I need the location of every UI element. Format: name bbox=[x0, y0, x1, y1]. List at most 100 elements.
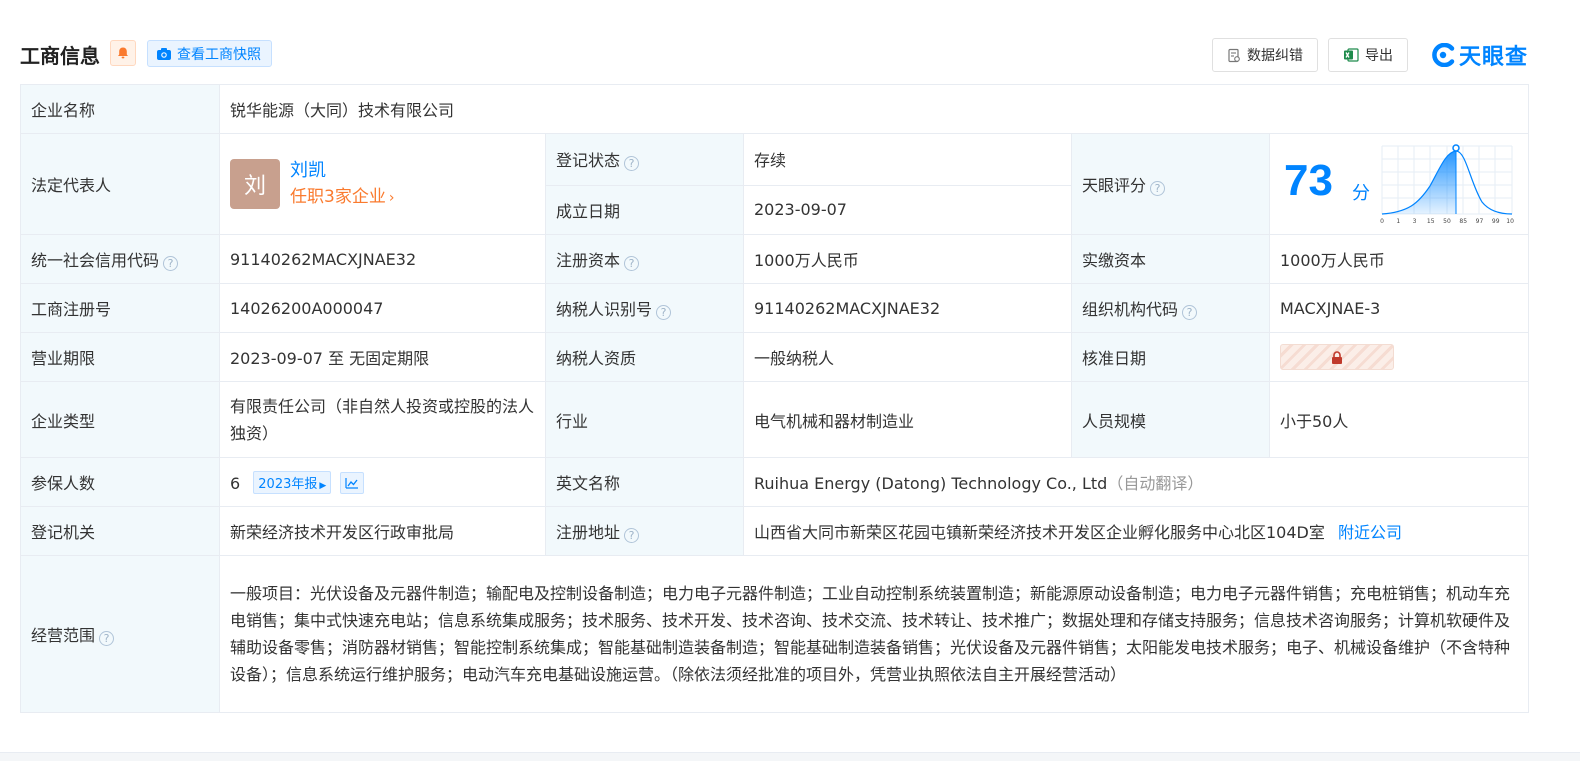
found-date-value: 2023-09-07 bbox=[743, 184, 1072, 235]
table-row: 登记机关 新荣经济技术开发区行政审批局 注册地址? 山西省大同市新荣区花园屯镇新… bbox=[20, 506, 1530, 556]
approve-date-label: 核准日期 bbox=[1071, 332, 1270, 382]
legal-rep-companies-link[interactable]: 任职3家企业 › bbox=[290, 184, 394, 211]
table-row: 法定代表人 刘 刘凯 任职3家企业› 登记状态? 存续 天眼评分? 73 分 bbox=[20, 133, 1530, 235]
staff-size-value: 小于50人 bbox=[1268, 381, 1530, 458]
legal-rep-companies-text: 任职3家企业 bbox=[290, 186, 386, 207]
reg-status-label: 登记状态? bbox=[545, 133, 744, 186]
taxpayer-qual-value: 一般纳税人 bbox=[743, 332, 1072, 382]
credit-code-value: 91140262MACXJNAE32 bbox=[219, 234, 546, 284]
approve-date-value bbox=[1268, 332, 1530, 382]
industry-value: 电气机械和器材制造业 bbox=[743, 381, 1072, 458]
snapshot-button[interactable]: 查看工商快照 bbox=[147, 40, 272, 67]
insured-label: 参保人数 bbox=[20, 457, 220, 507]
auto-translate-note: （自动翻译） bbox=[1107, 474, 1204, 493]
help-icon[interactable]: ? bbox=[163, 256, 179, 271]
term-label: 营业期限 bbox=[20, 332, 220, 382]
score-tick-label: 15 bbox=[1427, 218, 1435, 225]
score-unit: 分 bbox=[1352, 183, 1370, 204]
section-header: 工商信息 查看工商快照 数据纠错 导出 天眼查 bbox=[20, 38, 1528, 72]
snapshot-label: 查看工商快照 bbox=[177, 46, 261, 63]
help-icon[interactable]: ? bbox=[1150, 181, 1166, 196]
reg-capital-value: 1000万人民币 bbox=[743, 234, 1072, 284]
excel-icon bbox=[1343, 48, 1359, 62]
industry-label: 行业 bbox=[545, 381, 744, 458]
org-code-value: MACXJNAE-3 bbox=[1268, 283, 1530, 333]
insured-value: 6 bbox=[230, 473, 241, 493]
legal-rep-name[interactable]: 刘凯 bbox=[290, 158, 394, 184]
page-bottom-bar bbox=[0, 753, 1580, 761]
score-distribution-chart: 0 1 3 15 50 85 97 99 100 bbox=[1380, 144, 1514, 225]
table-row: 参保人数 6 2023年报 ▶ 英文名称 Ruihua Energy (Daton… bbox=[20, 457, 1530, 507]
english-name-value: Ruihua Energy (Datong) Technology Co., L… bbox=[754, 474, 1108, 493]
taxpayer-id-label-text: 纳税人识别号 bbox=[556, 300, 653, 319]
help-icon[interactable]: ? bbox=[656, 305, 672, 320]
scope-label-text: 经营范围 bbox=[31, 626, 96, 645]
score-tick-label: 100 bbox=[1506, 218, 1514, 225]
score-tick-label: 3 bbox=[1413, 218, 1417, 225]
term-value: 2023-09-07 至 无固定期限 bbox=[219, 332, 546, 382]
tianyan-score-cell[interactable]: 73 分 0 1 3 15 50 85 97 99 100 bbox=[1268, 133, 1530, 235]
logo-text: 天眼查 bbox=[1458, 45, 1528, 70]
reg-address-label-text: 注册地址 bbox=[556, 523, 621, 542]
help-icon[interactable]: ? bbox=[1182, 305, 1198, 320]
lock-icon bbox=[1332, 350, 1342, 364]
paid-capital-value: 1000万人民币 bbox=[1268, 234, 1530, 284]
data-correction-label: 数据纠错 bbox=[1246, 48, 1303, 64]
score-tick-label: 85 bbox=[1459, 218, 1467, 225]
annual-report-text: 2023年报 bbox=[258, 476, 318, 492]
credit-code-label: 统一社会信用代码? bbox=[20, 234, 220, 284]
nearby-companies-link[interactable]: 附近公司 bbox=[1338, 523, 1402, 542]
score-tick-label: 0 bbox=[1380, 218, 1384, 225]
camera-icon bbox=[157, 47, 171, 60]
score-tick-label: 99 bbox=[1492, 218, 1500, 225]
staff-size-label: 人员规模 bbox=[1071, 381, 1270, 458]
caret-right-icon: ▶ bbox=[319, 480, 327, 491]
export-label: 导出 bbox=[1364, 48, 1393, 64]
score-number: 73 bbox=[1284, 156, 1333, 205]
help-icon[interactable]: ? bbox=[624, 528, 640, 543]
taxpayer-id-value: 91140262MACXJNAE32 bbox=[743, 283, 1072, 333]
credit-code-label-text: 统一社会信用代码 bbox=[31, 251, 160, 270]
reg-no-value: 14026200A000047 bbox=[219, 283, 546, 333]
taxpayer-id-label: 纳税人识别号? bbox=[545, 283, 744, 333]
export-button[interactable]: 导出 bbox=[1327, 38, 1408, 72]
scope-value: 一般项目：光伏设备及元器件制造；输配电及控制设备制造；电力电子元器件制造；工业自… bbox=[218, 555, 1530, 713]
score-tick-label: 1 bbox=[1396, 218, 1400, 225]
reg-address-value: 山西省大同市新荣区花园屯镇新荣经济技术开发区企业孵化服务中心北区104D室 bbox=[754, 523, 1325, 542]
paid-capital-label: 实缴资本 bbox=[1071, 234, 1270, 284]
trend-chart-icon[interactable] bbox=[340, 471, 365, 494]
annual-report-tag[interactable]: 2023年报 ▶ bbox=[253, 470, 332, 494]
legal-rep-cell: 刘 刘凯 任职3家企业 › bbox=[219, 133, 546, 235]
reg-status-value: 存续 bbox=[743, 133, 1072, 186]
tianyancha-logo: 天眼查 bbox=[1430, 39, 1528, 71]
business-info-table: 企业名称 锐华能源（大同）技术有限公司 法定代表人 刘 刘凯 任职3家企业 › 登… bbox=[20, 84, 1530, 713]
table-row: 企业类型 有限责任公司（非自然人投资或控股的法人独资） 行业 电气机械和器材制造… bbox=[20, 381, 1530, 458]
table-row: 营业期限 2023-09-07 至 无固定期限 纳税人资质 一般纳税人 核准日期 bbox=[20, 332, 1530, 382]
score-tick-label: 97 bbox=[1476, 218, 1484, 225]
avatar[interactable]: 刘 bbox=[230, 159, 280, 209]
help-icon[interactable]: ? bbox=[99, 631, 115, 646]
found-date-label: 成立日期 bbox=[545, 184, 744, 235]
eye-logo-icon bbox=[1432, 43, 1455, 67]
company-type-value: 有限责任公司（非自然人投资或控股的法人独资） bbox=[219, 381, 546, 458]
insured-cell: 6 2023年报 ▶ bbox=[219, 457, 546, 507]
reg-capital-label: 注册资本? bbox=[545, 234, 744, 284]
reg-capital-label-text: 注册资本 bbox=[556, 251, 621, 270]
document-edit-icon bbox=[1228, 48, 1240, 62]
help-icon[interactable]: ? bbox=[624, 156, 640, 172]
org-code-label-text: 组织机构代码 bbox=[1082, 300, 1179, 319]
data-correction-button[interactable]: 数据纠错 bbox=[1211, 38, 1318, 72]
english-name-label: 英文名称 bbox=[545, 457, 744, 507]
help-icon[interactable]: ? bbox=[624, 256, 640, 271]
section-title: 工商信息 bbox=[20, 44, 100, 68]
chevron-right-icon: › bbox=[388, 189, 395, 206]
taxpayer-qual-label: 纳税人资质 bbox=[545, 332, 744, 382]
table-row: 工商注册号 14026200A000047 纳税人识别号? 91140262MA… bbox=[20, 283, 1530, 333]
scope-label: 经营范围? bbox=[20, 555, 220, 713]
score-tick-label: 50 bbox=[1443, 218, 1451, 225]
reg-status-label-text: 登记状态 bbox=[556, 151, 621, 171]
bell-icon[interactable] bbox=[110, 40, 136, 66]
tianyan-score-label: 天眼评分? bbox=[1071, 133, 1270, 235]
org-code-label: 组织机构代码? bbox=[1071, 283, 1270, 333]
locked-value[interactable] bbox=[1280, 344, 1394, 370]
